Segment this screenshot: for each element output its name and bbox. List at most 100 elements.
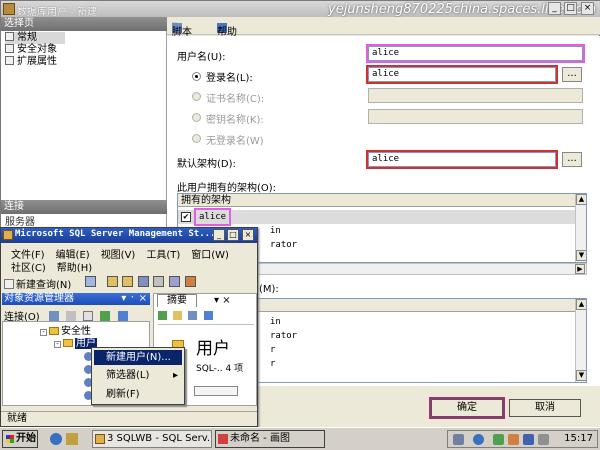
ssms-minimize-button[interactable]: _ [213, 229, 225, 241]
login-name-radio[interactable] [192, 72, 201, 81]
object-explorer-close-icon[interactable]: ▾ ᛫ × [121, 293, 147, 305]
new-query-label: 新建查询(N) [16, 280, 72, 291]
tree-node-security[interactable]: - 安全性 [40, 326, 91, 338]
page-item-label: 常规 [17, 32, 37, 43]
toolbar-properties-icon[interactable] [169, 276, 180, 287]
schema-name: alice [193, 208, 232, 226]
ssms-status-bar: 就绪 [1, 411, 257, 426]
ie-quicklaunch-icon[interactable] [50, 433, 62, 445]
table-row[interactable]: ✔ alice [178, 208, 576, 226]
page-item-extended-properties[interactable]: 扩展属性 [5, 56, 57, 68]
connection-header: 连接 [1, 200, 167, 214]
collapse-icon[interactable]: - [54, 341, 61, 348]
tray-network-icon[interactable] [453, 434, 464, 445]
ssms-close-button[interactable]: × [242, 229, 254, 241]
new-query-button[interactable]: 新建查询(N) [4, 276, 71, 291]
task-ssms[interactable]: 3 SQLWB - SQL Serv... [92, 430, 212, 448]
summary-title: 用户 [196, 339, 230, 359]
summary-refresh-icon[interactable] [158, 311, 167, 320]
page-icon [5, 44, 14, 53]
cert-name-radio[interactable] [192, 92, 201, 101]
menu-window[interactable]: 窗口(W) [191, 250, 229, 261]
owned-schemas-label: 此用户拥有的架构(O): [177, 183, 277, 194]
minimize-button[interactable]: _ [548, 2, 561, 15]
title-bar[interactable]: 数据库用户 - 新建 yejunsheng870225china.spaces.… [1, 1, 600, 18]
page-item-general[interactable]: 常规 [5, 32, 65, 44]
desktop-quicklaunch-icon[interactable] [66, 433, 78, 445]
tray-volume-icon[interactable] [538, 434, 549, 445]
menu-item-refresh[interactable]: 刷新(F) [94, 387, 182, 402]
toolbar-activity-icon[interactable] [185, 276, 196, 287]
filter-icon[interactable] [117, 311, 128, 321]
summary-sync-icon[interactable] [188, 311, 198, 320]
task-paint[interactable]: 未命名 - 画图 [215, 430, 325, 448]
menu-item-new-user[interactable]: 新建用户(N)... [94, 350, 182, 365]
ssms-title-bar[interactable]: Microsoft SQL Server Management St... _ … [1, 228, 257, 243]
tray-monitor-icon[interactable] [523, 434, 534, 445]
collapse-icon[interactable]: - [40, 329, 47, 336]
menu-help[interactable]: 帮助(H) [57, 263, 92, 274]
key-name-radio[interactable] [192, 113, 201, 122]
summary-filter-icon[interactable] [203, 311, 213, 320]
table-row[interactable]: r [270, 357, 275, 371]
scroll-down-icon[interactable]: ▼ [576, 250, 586, 261]
maximize-button[interactable]: □ [564, 2, 577, 15]
default-schema-input[interactable]: alice [366, 150, 558, 169]
scroll-up-icon[interactable]: ▲ [576, 194, 586, 205]
toolbar-save-icon[interactable] [138, 276, 149, 287]
toolbar-folder-icon[interactable] [122, 276, 133, 287]
scroll-down-icon[interactable]: ▼ [576, 370, 586, 381]
scroll-right-icon[interactable]: ▶ [575, 264, 585, 274]
owned-schemas-header: 拥有的架构 [178, 194, 576, 207]
ssms-menu-bar-row2: 社区(C) 帮助(H) [11, 259, 103, 274]
page-item-securables[interactable]: 安全对象 [5, 44, 57, 56]
folder-icon [63, 339, 73, 347]
task-label: 未命名 - 画图 [230, 433, 290, 444]
connect-icon[interactable] [48, 311, 59, 321]
schema-browse-button[interactable]: ... [562, 152, 582, 167]
close-button[interactable]: × [581, 2, 594, 15]
table-row[interactable]: rator [270, 329, 297, 343]
toolbar-db-icon[interactable] [85, 276, 96, 287]
menu-community[interactable]: 社区(C) [11, 263, 46, 274]
tab-summary[interactable]: 摘要 [157, 294, 197, 307]
role-members-scrollbar[interactable]: ▲ ▼ [575, 299, 586, 382]
table-row[interactable]: in [270, 224, 281, 238]
refresh-icon[interactable] [100, 311, 111, 321]
table-row[interactable]: r [270, 343, 275, 357]
menu-item-filter[interactable]: 筛选器(L) ▸ [94, 368, 182, 383]
ssms-maximize-button[interactable]: □ [227, 229, 239, 241]
summary-subtitle: SQL-.. 4 项 [196, 364, 244, 374]
no-login-label: 无登录名(W) [206, 136, 264, 147]
disconnect-icon[interactable] [66, 311, 77, 321]
username-input[interactable]: alice [366, 44, 585, 63]
table-row[interactable]: in [270, 315, 281, 329]
login-name-input[interactable]: alice [366, 65, 558, 84]
summary-up-icon[interactable] [173, 311, 183, 320]
select-page-header: 选择页 [1, 17, 167, 31]
cancel-button[interactable]: 取消 [509, 399, 581, 417]
menu-view[interactable]: 视图(V) [101, 250, 136, 261]
toolbar-saveall-icon[interactable] [153, 276, 164, 287]
script-button[interactable]: 脚本 ▾ [172, 20, 192, 38]
summary-panel-controls-icon[interactable]: ▾ × [214, 295, 231, 306]
summary-toolbar [158, 311, 254, 325]
ok-button[interactable]: 确定 [429, 397, 505, 419]
summary-list-view[interactable] [194, 386, 238, 396]
tray-app-icon[interactable] [508, 434, 519, 445]
username-label: 用户名(U): [177, 52, 226, 63]
scroll-up-icon[interactable]: ▲ [576, 299, 586, 310]
table-row[interactable]: rator [270, 238, 297, 252]
tray-help-icon[interactable] [473, 434, 484, 445]
menu-tools[interactable]: 工具(T) [146, 250, 180, 261]
toolbar-open-icon[interactable] [107, 276, 118, 287]
menu-item-label: 刷新(F) [106, 389, 140, 400]
schema-checkbox[interactable]: ✔ [181, 212, 191, 222]
login-browse-button[interactable]: ... [562, 67, 582, 82]
submenu-arrow-icon: ▸ [172, 370, 178, 381]
start-button[interactable]: 开始 [2, 430, 38, 448]
no-login-radio[interactable] [192, 134, 201, 143]
stop-icon[interactable] [83, 311, 94, 321]
owned-schemas-scrollbar[interactable]: ▲ ▼ [575, 194, 586, 262]
tray-sql-agent-icon[interactable] [493, 434, 504, 445]
